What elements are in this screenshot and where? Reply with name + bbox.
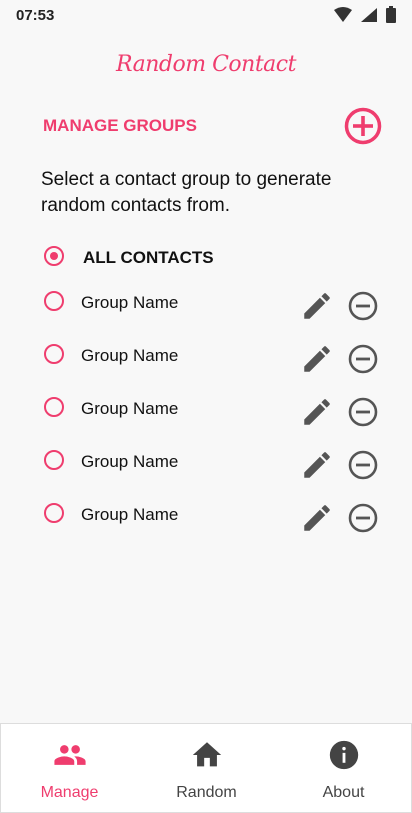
add-circle-icon [344, 107, 382, 145]
nav-about[interactable]: About [275, 724, 412, 812]
nav-random[interactable]: Random [138, 724, 275, 812]
remove-group-button[interactable] [346, 501, 380, 535]
nav-manage[interactable]: Manage [1, 724, 138, 812]
wifi-icon [334, 6, 352, 22]
status-bar: 07:53 [0, 0, 412, 30]
home-icon [192, 742, 221, 767]
battery-icon [386, 6, 396, 23]
group-radio[interactable] [44, 397, 64, 417]
pencil-icon [304, 293, 330, 319]
group-name: Group Name [81, 293, 179, 312]
remove-circle-icon [348, 503, 378, 533]
section-header: MANAGE GROUPS [43, 116, 197, 135]
remove-circle-icon [348, 344, 378, 374]
nav-random-label: Random [176, 784, 237, 801]
status-time: 07:53 [16, 7, 55, 24]
remove-group-button[interactable] [346, 289, 380, 323]
all-contacts-radio[interactable] [44, 246, 64, 266]
group-name: Group Name [81, 399, 179, 418]
bottom-navigation: Manage Random About [0, 723, 412, 813]
people-icon [53, 745, 86, 765]
remove-circle-icon [348, 397, 378, 427]
group-radio[interactable] [44, 291, 64, 311]
pencil-icon [304, 399, 330, 425]
pencil-icon [304, 346, 330, 372]
remove-group-button[interactable] [346, 342, 380, 376]
info-icon [329, 740, 358, 770]
all-contacts-label: ALL CONTACTS [83, 248, 214, 267]
status-icons [334, 6, 396, 23]
edit-group-button[interactable] [300, 289, 334, 323]
instructions-text: Select a contact group to generate rando… [41, 169, 332, 216]
edit-group-button[interactable] [300, 501, 334, 535]
remove-circle-icon [348, 291, 378, 321]
remove-group-button[interactable] [346, 448, 380, 482]
edit-group-button[interactable] [300, 395, 334, 429]
nav-manage-label: Manage [40, 784, 99, 801]
edit-group-button[interactable] [300, 342, 334, 376]
add-group-button[interactable] [343, 106, 383, 146]
remove-group-button[interactable] [346, 395, 380, 429]
group-radio[interactable] [44, 344, 64, 364]
group-radio[interactable] [44, 503, 64, 523]
app-title: Random Contact [116, 52, 296, 77]
pencil-icon [304, 505, 330, 531]
group-name: Group Name [81, 452, 179, 471]
edit-group-button[interactable] [300, 448, 334, 482]
signal-icon [361, 7, 377, 22]
pencil-icon [304, 452, 330, 478]
group-radio[interactable] [44, 450, 64, 470]
remove-circle-icon [348, 450, 378, 480]
group-name: Group Name [81, 346, 179, 365]
group-name: Group Name [81, 505, 179, 524]
nav-about-label: About [322, 784, 365, 801]
